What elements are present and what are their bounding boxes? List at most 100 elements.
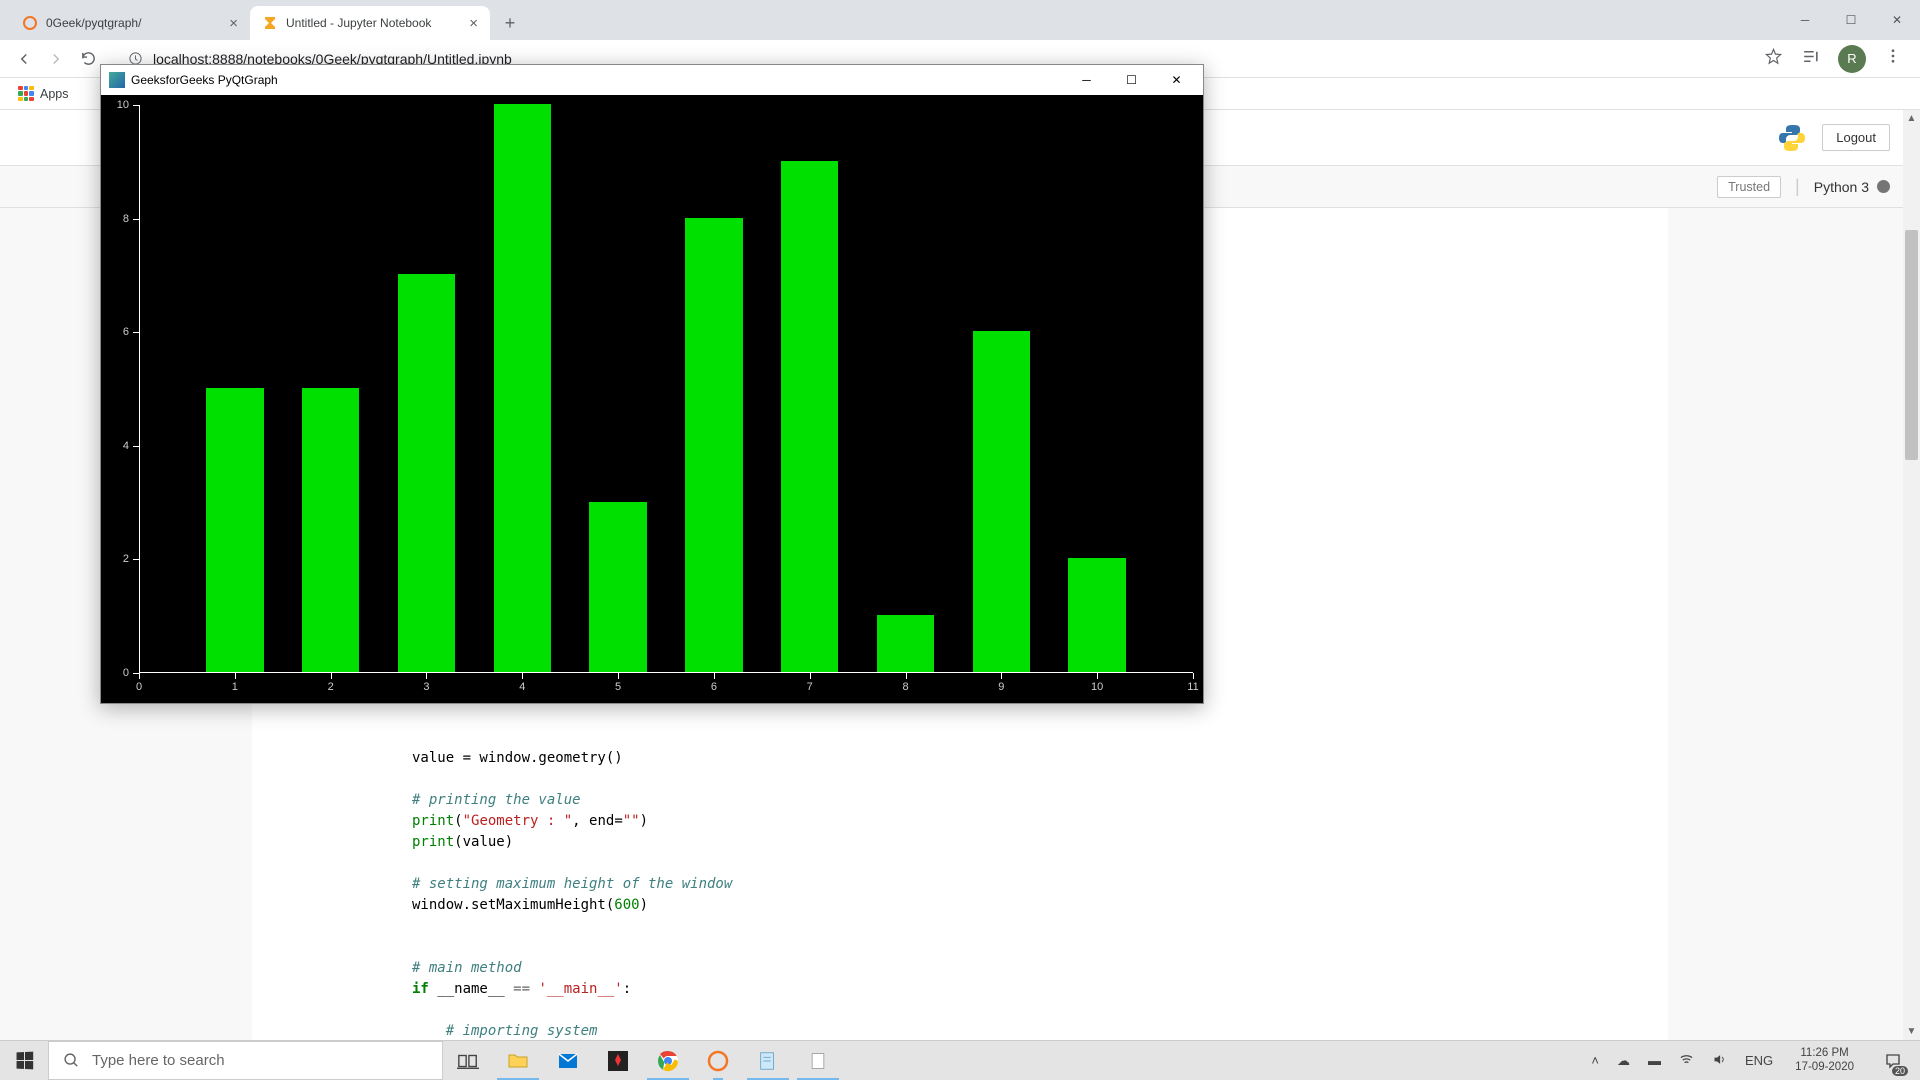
scrollbar-thumb[interactable] (1905, 230, 1918, 460)
bar (1068, 558, 1125, 672)
action-center-icon[interactable]: 20 (1872, 1041, 1914, 1080)
browser-tab-0[interactable]: 0Geek/pyqtgraph/ × (10, 6, 250, 40)
x-tick-label: 11 (1187, 681, 1198, 693)
kernel-name: Python 3 (1814, 179, 1869, 195)
minimize-icon[interactable]: ─ (1064, 66, 1109, 94)
system-tray: ˄ ☁ ▬ ENG 11:26 PM 17-09-2020 20 (1587, 1041, 1920, 1080)
start-button[interactable] (0, 1041, 48, 1080)
back-button[interactable] (8, 43, 40, 75)
wifi-icon[interactable] (1675, 1052, 1698, 1070)
x-tick-label: 1 (232, 681, 238, 693)
close-icon[interactable]: ✕ (1154, 66, 1199, 94)
window-controls: ─ ☐ ✕ (1782, 0, 1920, 40)
tray-chevron-icon[interactable]: ˄ (1587, 1053, 1603, 1068)
date-text: 17-09-2020 (1795, 1061, 1854, 1075)
minimize-window-icon[interactable]: ─ (1782, 0, 1828, 40)
star-icon[interactable] (1764, 47, 1783, 71)
x-tick-label: 8 (902, 681, 908, 693)
bar (206, 388, 263, 672)
reading-list-icon[interactable] (1801, 47, 1820, 71)
window-title: GeeksforGeeks PyQtGraph (131, 73, 278, 87)
x-axis (139, 672, 1193, 673)
separator: | (1795, 176, 1800, 197)
x-tick-label: 2 (328, 681, 334, 693)
profile-avatar[interactable]: R (1838, 45, 1866, 73)
python-logo-icon (1776, 122, 1808, 154)
forward-button[interactable] (40, 43, 72, 75)
vertical-scrollbar[interactable]: ▲ ▼ (1903, 110, 1920, 1040)
tab-title: 0Geek/pyqtgraph/ (46, 16, 221, 30)
close-window-icon[interactable]: ✕ (1874, 0, 1920, 40)
new-tab-button[interactable]: + (496, 9, 524, 37)
bar (877, 615, 934, 672)
trusted-badge[interactable]: Trusted (1717, 176, 1781, 198)
y-tick-label: 6 (123, 326, 129, 338)
bar (398, 274, 455, 672)
scroll-up-icon[interactable]: ▲ (1903, 110, 1920, 127)
taskbar-search[interactable]: Type here to search (48, 1041, 443, 1080)
mail-icon[interactable] (543, 1041, 593, 1080)
windows-taskbar: Type here to search ˄ ☁ ▬ ENG 11:26 PM 1… (0, 1040, 1920, 1080)
y-tick-label: 10 (117, 99, 129, 111)
bar (589, 502, 646, 672)
browser-tab-1[interactable]: Untitled - Jupyter Notebook × (250, 6, 490, 40)
clock[interactable]: 11:26 PM 17-09-2020 (1787, 1047, 1862, 1075)
tab-title: Untitled - Jupyter Notebook (286, 16, 461, 30)
x-tick-label: 4 (519, 681, 525, 693)
file-explorer-icon[interactable] (493, 1041, 543, 1080)
y-axis (139, 105, 140, 673)
close-tab-icon[interactable]: × (469, 15, 478, 32)
browser-tab-strip: 0Geek/pyqtgraph/ × Untitled - Jupyter No… (0, 0, 1920, 40)
search-placeholder: Type here to search (92, 1052, 225, 1069)
maximize-window-icon[interactable]: ☐ (1828, 0, 1874, 40)
x-tick-label: 10 (1091, 681, 1103, 693)
apps-grid-icon[interactable] (18, 86, 34, 102)
hourglass-favicon-icon (262, 15, 278, 31)
kernel-indicator[interactable]: Python 3 (1814, 179, 1890, 195)
windows-logo-icon (16, 1052, 33, 1070)
maximize-icon[interactable]: ☐ (1109, 66, 1154, 94)
x-tick-label: 3 (423, 681, 429, 693)
chrome-icon[interactable] (643, 1041, 693, 1080)
kernel-status-icon (1877, 180, 1890, 193)
jupyter-icon[interactable] (693, 1041, 743, 1080)
app-icon (109, 72, 125, 88)
taskbar-icons (443, 1041, 843, 1080)
plot-region: 024681001234567891011 (139, 105, 1193, 673)
bar (781, 161, 838, 672)
y-tick-label: 8 (123, 213, 129, 225)
y-tick-label: 0 (123, 667, 129, 679)
jupyter-favicon-icon (22, 15, 38, 31)
chart-canvas[interactable]: 0 2 4 6 8 10 0 1 2 3 4 5 6 7 8 9 10 11 (101, 95, 1203, 703)
x-tick-label: 7 (807, 681, 813, 693)
battery-icon[interactable]: ▬ (1644, 1053, 1665, 1068)
bar (973, 331, 1030, 672)
language-indicator[interactable]: ENG (1741, 1053, 1777, 1068)
logout-button[interactable]: Logout (1822, 124, 1890, 151)
x-tick-label: 5 (615, 681, 621, 693)
volume-icon[interactable] (1708, 1052, 1731, 1070)
notepad-icon[interactable] (743, 1041, 793, 1080)
x-tick-label: 0 (136, 681, 142, 693)
apps-label[interactable]: Apps (40, 87, 69, 101)
bar (685, 218, 742, 672)
time-text: 11:26 PM (1795, 1047, 1854, 1061)
onedrive-icon[interactable]: ☁ (1613, 1053, 1634, 1069)
notification-badge: 20 (1892, 1066, 1908, 1076)
close-tab-icon[interactable]: × (229, 15, 238, 32)
app-icon-dark[interactable] (593, 1041, 643, 1080)
bar (302, 388, 359, 672)
x-tick-label: 9 (998, 681, 1004, 693)
blank-window-icon[interactable] (793, 1041, 843, 1080)
pyqtgraph-window[interactable]: GeeksforGeeks PyQtGraph ─ ☐ ✕ 0 2 4 6 8 10 0 1 2… (100, 64, 1204, 704)
pyqtgraph-titlebar[interactable]: GeeksforGeeks PyQtGraph ─ ☐ ✕ (101, 65, 1203, 95)
scroll-down-icon[interactable]: ▼ (1903, 1023, 1920, 1040)
task-view-icon[interactable] (443, 1041, 493, 1080)
bar (494, 104, 551, 672)
search-icon (63, 1052, 80, 1069)
x-tick-label: 6 (711, 681, 717, 693)
y-tick-label: 2 (123, 553, 129, 565)
code-cell[interactable]: value = window.geometry() # printing the… (252, 748, 1668, 1040)
y-tick-label: 4 (123, 440, 129, 452)
kebab-menu-icon[interactable] (1884, 47, 1902, 70)
